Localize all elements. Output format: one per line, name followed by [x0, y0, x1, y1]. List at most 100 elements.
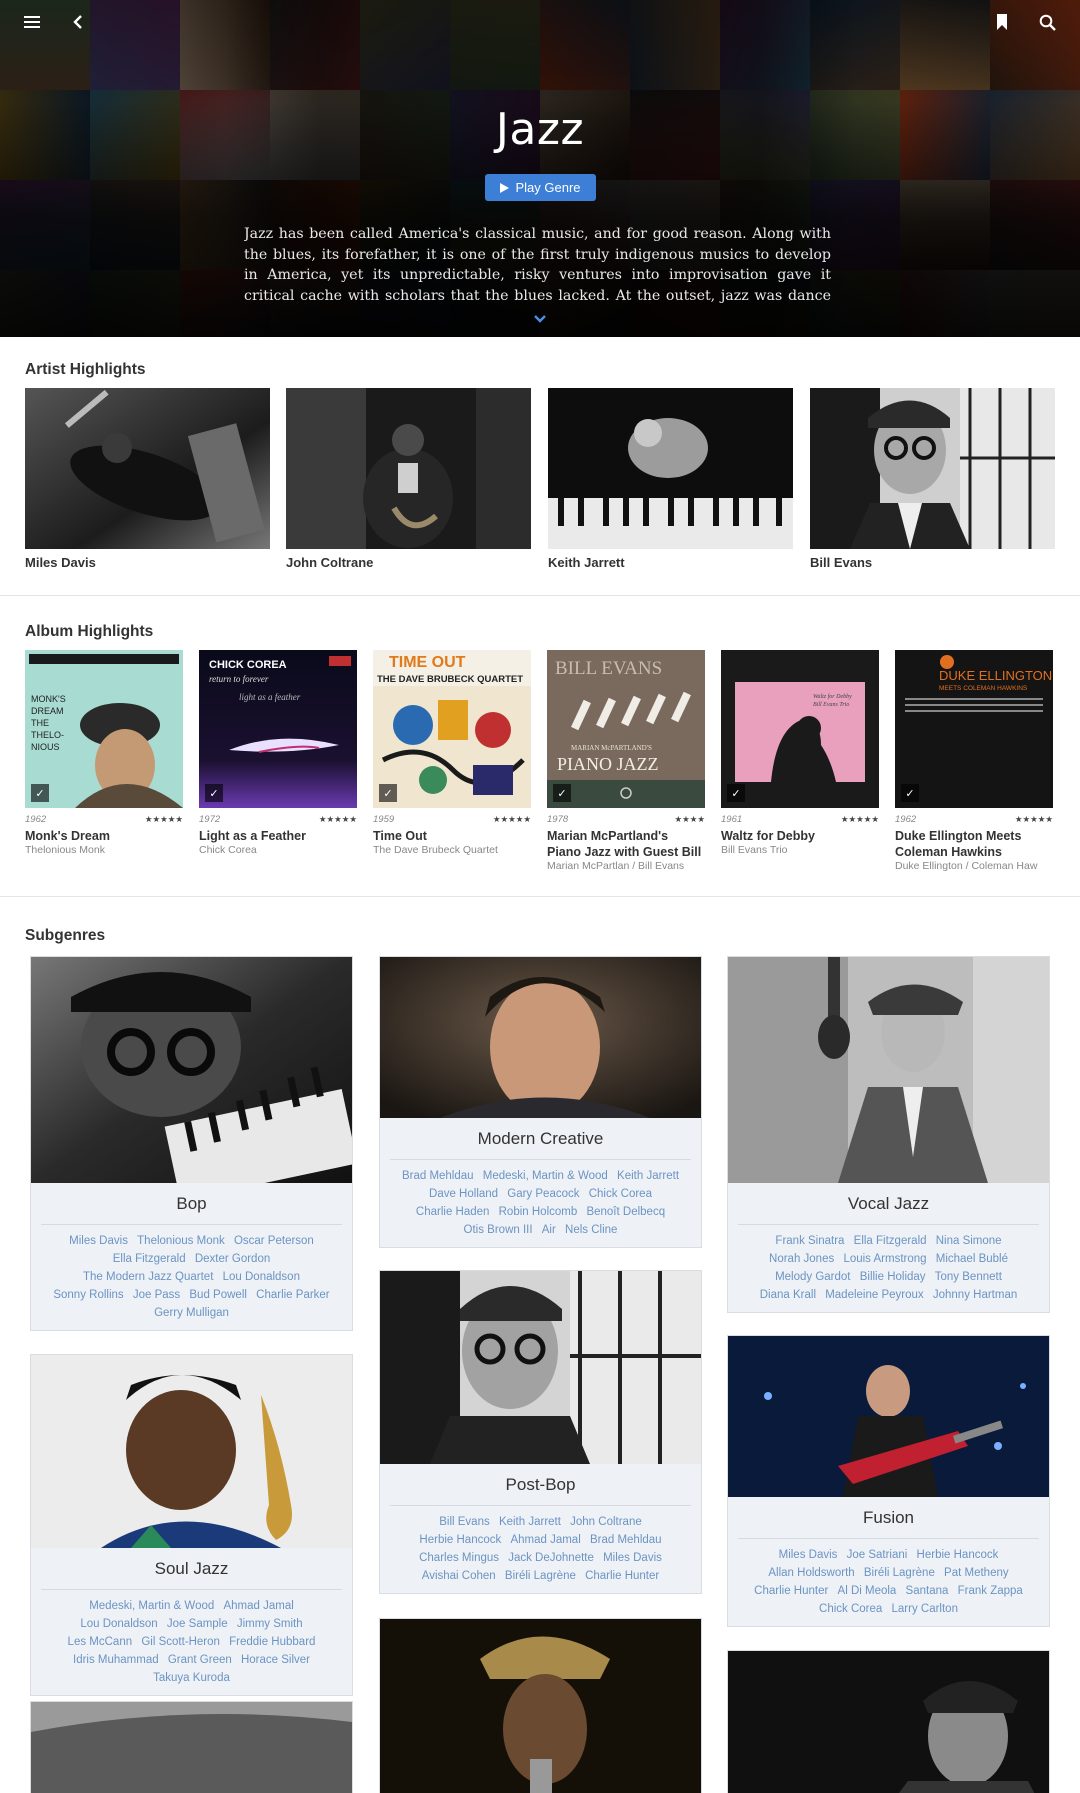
subgenre-artist-link[interactable]: Sonny Rollins	[53, 1289, 123, 1301]
subgenre-card-modern-creative[interactable]: Modern Creative Brad Mehldau Medeski, Ma…	[379, 956, 702, 1248]
subgenre-artist-link[interactable]: Keith Jarrett	[617, 1170, 679, 1182]
subgenre-artist-link[interactable]: Charlie Parker	[256, 1289, 330, 1301]
in-library-check-icon[interactable]: ✓	[379, 784, 397, 802]
subgenre-artist-link[interactable]: Les McCann	[68, 1636, 133, 1648]
subgenre-artist-link[interactable]: Gary Peacock	[507, 1188, 579, 1200]
subgenre-artist-link[interactable]: Biréli Lagrène	[505, 1570, 576, 1582]
subgenre-card-bop[interactable]: Bop Miles Davis Thelonious Monk Oscar Pe…	[30, 956, 353, 1331]
album-card[interactable]: DUKE ELLINGTON MEETS COLEMAN HAWKINS ✓ 1…	[895, 650, 1053, 873]
subgenre-artist-link[interactable]: Diana Krall	[760, 1289, 816, 1301]
subgenre-card-partial[interactable]	[379, 1618, 702, 1793]
album-artist[interactable]: Thelonious Monk	[25, 844, 183, 857]
subgenre-artist-link[interactable]: Charlie Hunter	[585, 1570, 659, 1582]
subgenre-artist-link[interactable]: Medeski, Martin & Wood	[483, 1170, 608, 1182]
search-icon[interactable]	[1031, 6, 1063, 38]
album-card[interactable]: TIME OUT THE DAVE BRUBECK QUARTET ✓ 1959…	[373, 650, 531, 857]
subgenre-artist-link[interactable]: Miles Davis	[603, 1552, 662, 1564]
album-artist[interactable]: Marian McPartlan / Bill Evans	[547, 860, 705, 873]
album-card[interactable]: BILL EVANS MARIAN McPARTLAND'S PIANO JAZ…	[547, 650, 705, 873]
subgenre-artist-link[interactable]: Charlie Haden	[416, 1206, 490, 1218]
subgenre-artist-link[interactable]: Allan Holdsworth	[768, 1567, 854, 1579]
subgenre-artist-link[interactable]: Louis Armstrong	[843, 1253, 926, 1265]
subgenre-artist-link[interactable]: Johnny Hartman	[933, 1289, 1017, 1301]
subgenre-artist-link[interactable]: Bud Powell	[189, 1289, 247, 1301]
subgenre-artist-link[interactable]: Bill Evans	[439, 1516, 490, 1528]
subgenre-artist-link[interactable]: Keith Jarrett	[499, 1516, 561, 1528]
subgenre-card-partial[interactable]	[727, 1650, 1050, 1793]
album-card[interactable]: CHICK COREA return to forever light as a…	[199, 650, 357, 857]
subgenre-artist-link[interactable]: Robin Holcomb	[499, 1206, 578, 1218]
subgenre-artist-link[interactable]: Avishai Cohen	[422, 1570, 496, 1582]
album-artist[interactable]: Bill Evans Trio	[721, 844, 879, 857]
subgenre-artist-link[interactable]: Herbie Hancock	[917, 1549, 999, 1561]
subgenre-artist-link[interactable]: Tony Bennett	[935, 1271, 1002, 1283]
subgenre-artist-link[interactable]: Air	[542, 1224, 556, 1236]
in-library-check-icon[interactable]: ✓	[553, 784, 571, 802]
subgenre-artist-link[interactable]: Madeleine Peyroux	[825, 1289, 923, 1301]
album-card[interactable]: MONK'S DREAM THE THELO- NIOUS ✓ 1962 ★★★★…	[25, 650, 183, 857]
subgenre-artist-link[interactable]: Biréli Lagrène	[864, 1567, 935, 1579]
subgenre-artist-link[interactable]: Freddie Hubbard	[229, 1636, 315, 1648]
subgenre-artist-link[interactable]: Santana	[906, 1585, 949, 1597]
subgenre-artist-link[interactable]: Ella Fitzgerald	[113, 1253, 186, 1265]
subgenre-artist-link[interactable]: Herbie Hancock	[419, 1534, 501, 1546]
subgenre-artist-link[interactable]: Otis Brown III	[464, 1224, 533, 1236]
subgenre-artist-link[interactable]: Charles Mingus	[419, 1552, 499, 1564]
subgenre-artist-link[interactable]: John Coltrane	[570, 1516, 642, 1528]
subgenre-artist-link[interactable]: Brad Mehldau	[402, 1170, 474, 1182]
subgenre-artist-link[interactable]: Norah Jones	[769, 1253, 834, 1265]
subgenre-artist-link[interactable]: Idris Muhammad	[73, 1654, 159, 1666]
subgenre-artist-link[interactable]: Miles Davis	[779, 1549, 838, 1561]
album-artist[interactable]: Chick Corea	[199, 844, 357, 857]
subgenre-artist-link[interactable]: Chick Corea	[819, 1603, 882, 1615]
subgenre-artist-link[interactable]: Takuya Kuroda	[153, 1672, 230, 1684]
subgenre-artist-link[interactable]: Larry Carlton	[892, 1603, 958, 1615]
back-arrow-icon[interactable]	[62, 6, 94, 38]
subgenre-artist-link[interactable]: Thelonious Monk	[137, 1235, 225, 1247]
subgenre-artist-link[interactable]: Jack DeJohnette	[508, 1552, 594, 1564]
subgenre-artist-link[interactable]: Michael Bublé	[936, 1253, 1008, 1265]
subgenre-artist-link[interactable]: Ahmad Jamal	[223, 1600, 293, 1612]
subgenre-artist-link[interactable]: Frank Zappa	[958, 1585, 1023, 1597]
subgenre-artist-link[interactable]: Medeski, Martin & Wood	[89, 1600, 214, 1612]
subgenre-artist-link[interactable]: Frank Sinatra	[775, 1235, 844, 1247]
in-library-check-icon[interactable]: ✓	[205, 784, 223, 802]
subgenre-artist-link[interactable]: Joe Satriani	[847, 1549, 908, 1561]
subgenre-artist-link[interactable]: Lou Donaldson	[223, 1271, 300, 1283]
subgenre-artist-link[interactable]: Ella Fitzgerald	[854, 1235, 927, 1247]
subgenre-artist-link[interactable]: Oscar Peterson	[234, 1235, 314, 1247]
subgenre-artist-link[interactable]: Chick Corea	[589, 1188, 652, 1200]
subgenre-artist-link[interactable]: Billie Holiday	[860, 1271, 926, 1283]
subgenre-artist-link[interactable]: Brad Mehldau	[590, 1534, 662, 1546]
subgenre-artist-link[interactable]: Melody Gardot	[775, 1271, 850, 1283]
subgenre-artist-link[interactable]: Lou Donaldson	[80, 1618, 157, 1630]
subgenre-card-fusion[interactable]: Fusion Miles Davis Joe Satriani Herbie H…	[727, 1335, 1050, 1627]
bookmark-icon[interactable]	[986, 6, 1018, 38]
in-library-check-icon[interactable]: ✓	[901, 784, 919, 802]
subgenre-artist-link[interactable]: Horace Silver	[241, 1654, 310, 1666]
album-card[interactable]: Waltz for Debby Bill Evans Trio ✓ 1961 ★★…	[721, 650, 879, 857]
artist-card-bill-evans[interactable]: Bill Evans	[810, 388, 1055, 570]
subgenre-artist-link[interactable]: Al Di Meola	[838, 1585, 897, 1597]
subgenre-card-partial[interactable]	[30, 1701, 353, 1793]
album-artist[interactable]: Duke Ellington / Coleman Haw	[895, 860, 1053, 873]
subgenre-artist-link[interactable]: The Modern Jazz Quartet	[83, 1271, 213, 1283]
subgenre-artist-link[interactable]: Nina Simone	[936, 1235, 1002, 1247]
subgenre-card-vocal-jazz[interactable]: Vocal Jazz Frank Sinatra Ella Fitzgerald…	[727, 956, 1050, 1313]
subgenre-card-soul-jazz[interactable]: Soul Jazz Medeski, Martin & Wood Ahmad J…	[30, 1354, 353, 1696]
artist-card-miles-davis[interactable]: Miles Davis	[25, 388, 270, 570]
subgenre-artist-link[interactable]: Nels Cline	[565, 1224, 617, 1236]
artist-card-keith-jarrett[interactable]: Keith Jarrett	[548, 388, 793, 570]
subgenre-artist-link[interactable]: Charlie Hunter	[754, 1585, 828, 1597]
subgenre-artist-link[interactable]: Miles Davis	[69, 1235, 128, 1247]
artist-card-john-coltrane[interactable]: John Coltrane	[286, 388, 531, 570]
subgenre-artist-link[interactable]: Ahmad Jamal	[510, 1534, 580, 1546]
subgenre-artist-link[interactable]: Gerry Mulligan	[154, 1307, 229, 1319]
subgenre-artist-link[interactable]: Gil Scott-Heron	[141, 1636, 220, 1648]
subgenre-artist-link[interactable]: Jimmy Smith	[237, 1618, 303, 1630]
subgenre-card-post-bop[interactable]: Post-Bop Bill Evans Keith Jarrett John C…	[379, 1270, 702, 1594]
subgenre-artist-link[interactable]: Joe Sample	[167, 1618, 228, 1630]
hamburger-menu-icon[interactable]	[16, 6, 48, 38]
in-library-check-icon[interactable]: ✓	[31, 784, 49, 802]
subgenre-artist-link[interactable]: Pat Metheny	[944, 1567, 1009, 1579]
